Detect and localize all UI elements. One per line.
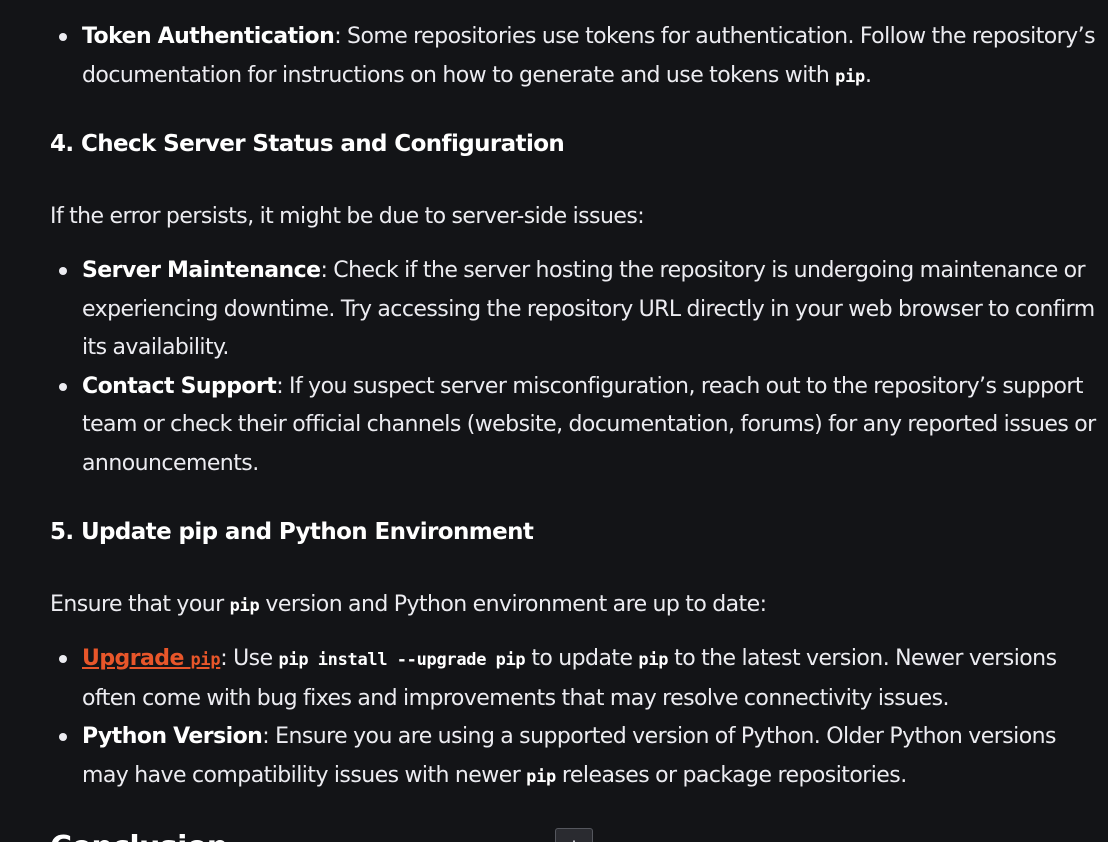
server-bullet-list: Server Maintenance: Check if the server … [0, 252, 1108, 483]
update-bullet-list: Upgrade pip: Use pip install --upgrade p… [0, 640, 1108, 796]
inline-code: pip [835, 66, 865, 87]
section-intro: Ensure that your pip version and Python … [50, 592, 767, 617]
section-heading: 4. Check Server Status and Configuration [50, 131, 565, 157]
bullet-text: . [864, 62, 872, 88]
list-item: Token Authentication: Some repositories … [0, 18, 1108, 96]
chat-message-content: Token Authentication: Some repositories … [0, 0, 1108, 842]
list-item: Upgrade pip: Use pip install --upgrade p… [0, 640, 1108, 718]
inline-code: pip [229, 596, 260, 616]
inline-code: pip [190, 650, 221, 670]
bullet-title: Contact Support [82, 373, 277, 399]
bullet-text: releases or package repositories. [555, 762, 907, 788]
bullet-title: Token Authentication [82, 24, 335, 49]
bullet-title: Python Version [82, 724, 263, 749]
intro-text: version and Python environment are up to… [259, 592, 767, 617]
bullet-text: : Use [220, 646, 279, 671]
intro-text: Ensure that your [50, 592, 230, 617]
list-item: Server Maintenance: Check if the server … [0, 252, 1108, 368]
inline-code: pip [638, 650, 669, 670]
list-item: Python Version: Ensure you are using a s… [0, 718, 1108, 796]
list-item: Contact Support: If you suspect server m… [0, 368, 1108, 484]
auth-bullet-list: Token Authentication: Some repositories … [0, 18, 1108, 96]
inline-code: pip [526, 766, 556, 787]
scroll-to-bottom-button[interactable] [555, 828, 593, 842]
conclusion-heading: Conclusion [50, 830, 228, 842]
bullet-text: to update [525, 646, 639, 671]
section-intro: If the error persists, it might be due t… [50, 204, 645, 229]
bullet-title: Server Maintenance [82, 258, 321, 283]
inline-code: pip install --upgrade pip [278, 650, 526, 670]
upgrade-pip-link[interactable]: Upgrade pip [82, 646, 221, 671]
link-text: Upgrade [82, 646, 191, 671]
section-heading: 5. Update pip and Python Environment [50, 519, 534, 545]
